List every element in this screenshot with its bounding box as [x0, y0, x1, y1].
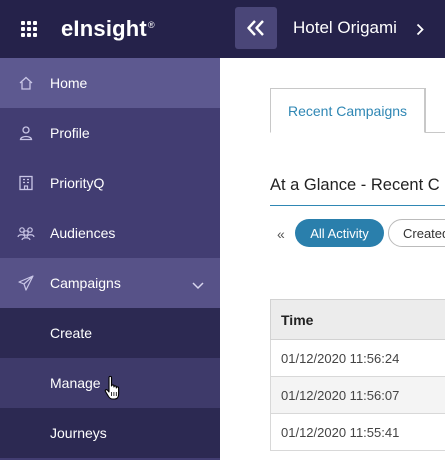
sidebar-item-profile[interactable]: Profile [0, 108, 220, 158]
apps-grid-icon[interactable] [21, 21, 37, 37]
tab-next-edge [425, 88, 445, 132]
building-icon [17, 174, 35, 192]
brand-bar: eInsight® [0, 0, 220, 58]
sidebar-item-campaigns[interactable]: Campaigns [0, 258, 220, 308]
main-content: Recent Campaigns At a Glance - Recent C … [220, 58, 445, 460]
top-bar: Hotel Origami [220, 0, 445, 58]
filter-created[interactable]: Created [388, 219, 445, 247]
activity-table: Time 01/12/2020 11:56:24 01/12/2020 11:5… [270, 299, 445, 451]
person-icon [17, 124, 35, 142]
table-header-time[interactable]: Time [270, 299, 445, 340]
sidebar-item-home[interactable]: Home [0, 58, 220, 108]
sidebar-subitem-label: Manage [50, 375, 101, 391]
paper-plane-icon [17, 274, 35, 292]
sidebar-subitem-label: Create [50, 325, 93, 341]
filter-prev-button[interactable]: « [277, 226, 285, 242]
table-row: 01/12/2020 11:56:07 [270, 377, 445, 414]
filter-all-activity[interactable]: All Activity [295, 219, 384, 247]
double-chevron-left-icon [247, 20, 264, 36]
people-icon [17, 224, 35, 242]
sidebar-item-label: Profile [50, 125, 90, 141]
hand-pointer-cursor-icon [104, 375, 122, 401]
sidebar-item-label: Audiences [50, 225, 116, 241]
tab-recent-campaigns[interactable]: Recent Campaigns [270, 88, 425, 133]
sidebar: eInsight® Home Profile PriorityQ Audienc… [0, 0, 220, 460]
sidebar-item-label: Campaigns [50, 275, 121, 291]
sidebar-item-label: PriorityQ [50, 175, 105, 191]
home-icon [17, 74, 35, 92]
sidebar-item-label: Home [50, 75, 88, 91]
chevron-down-icon [192, 277, 204, 293]
section-title: At a Glance - Recent C [270, 176, 440, 194]
sidebar-subitem-journeys[interactable]: Journeys [0, 408, 220, 458]
table-row: 01/12/2020 11:56:24 [270, 340, 445, 377]
app-logo: eInsight® [61, 16, 155, 41]
sidebar-subitem-label: Journeys [50, 425, 107, 441]
chevron-right-icon[interactable] [416, 23, 424, 41]
collapse-sidebar-button[interactable] [235, 7, 277, 49]
sidebar-subitem-create[interactable]: Create [0, 308, 220, 358]
section-underline [270, 205, 445, 206]
sidebar-item-priorityq[interactable]: PriorityQ [0, 158, 220, 208]
table-row: 01/12/2020 11:55:41 [270, 414, 445, 451]
sidebar-item-audiences[interactable]: Audiences [0, 208, 220, 258]
hotel-selector[interactable]: Hotel Origami [293, 18, 397, 38]
